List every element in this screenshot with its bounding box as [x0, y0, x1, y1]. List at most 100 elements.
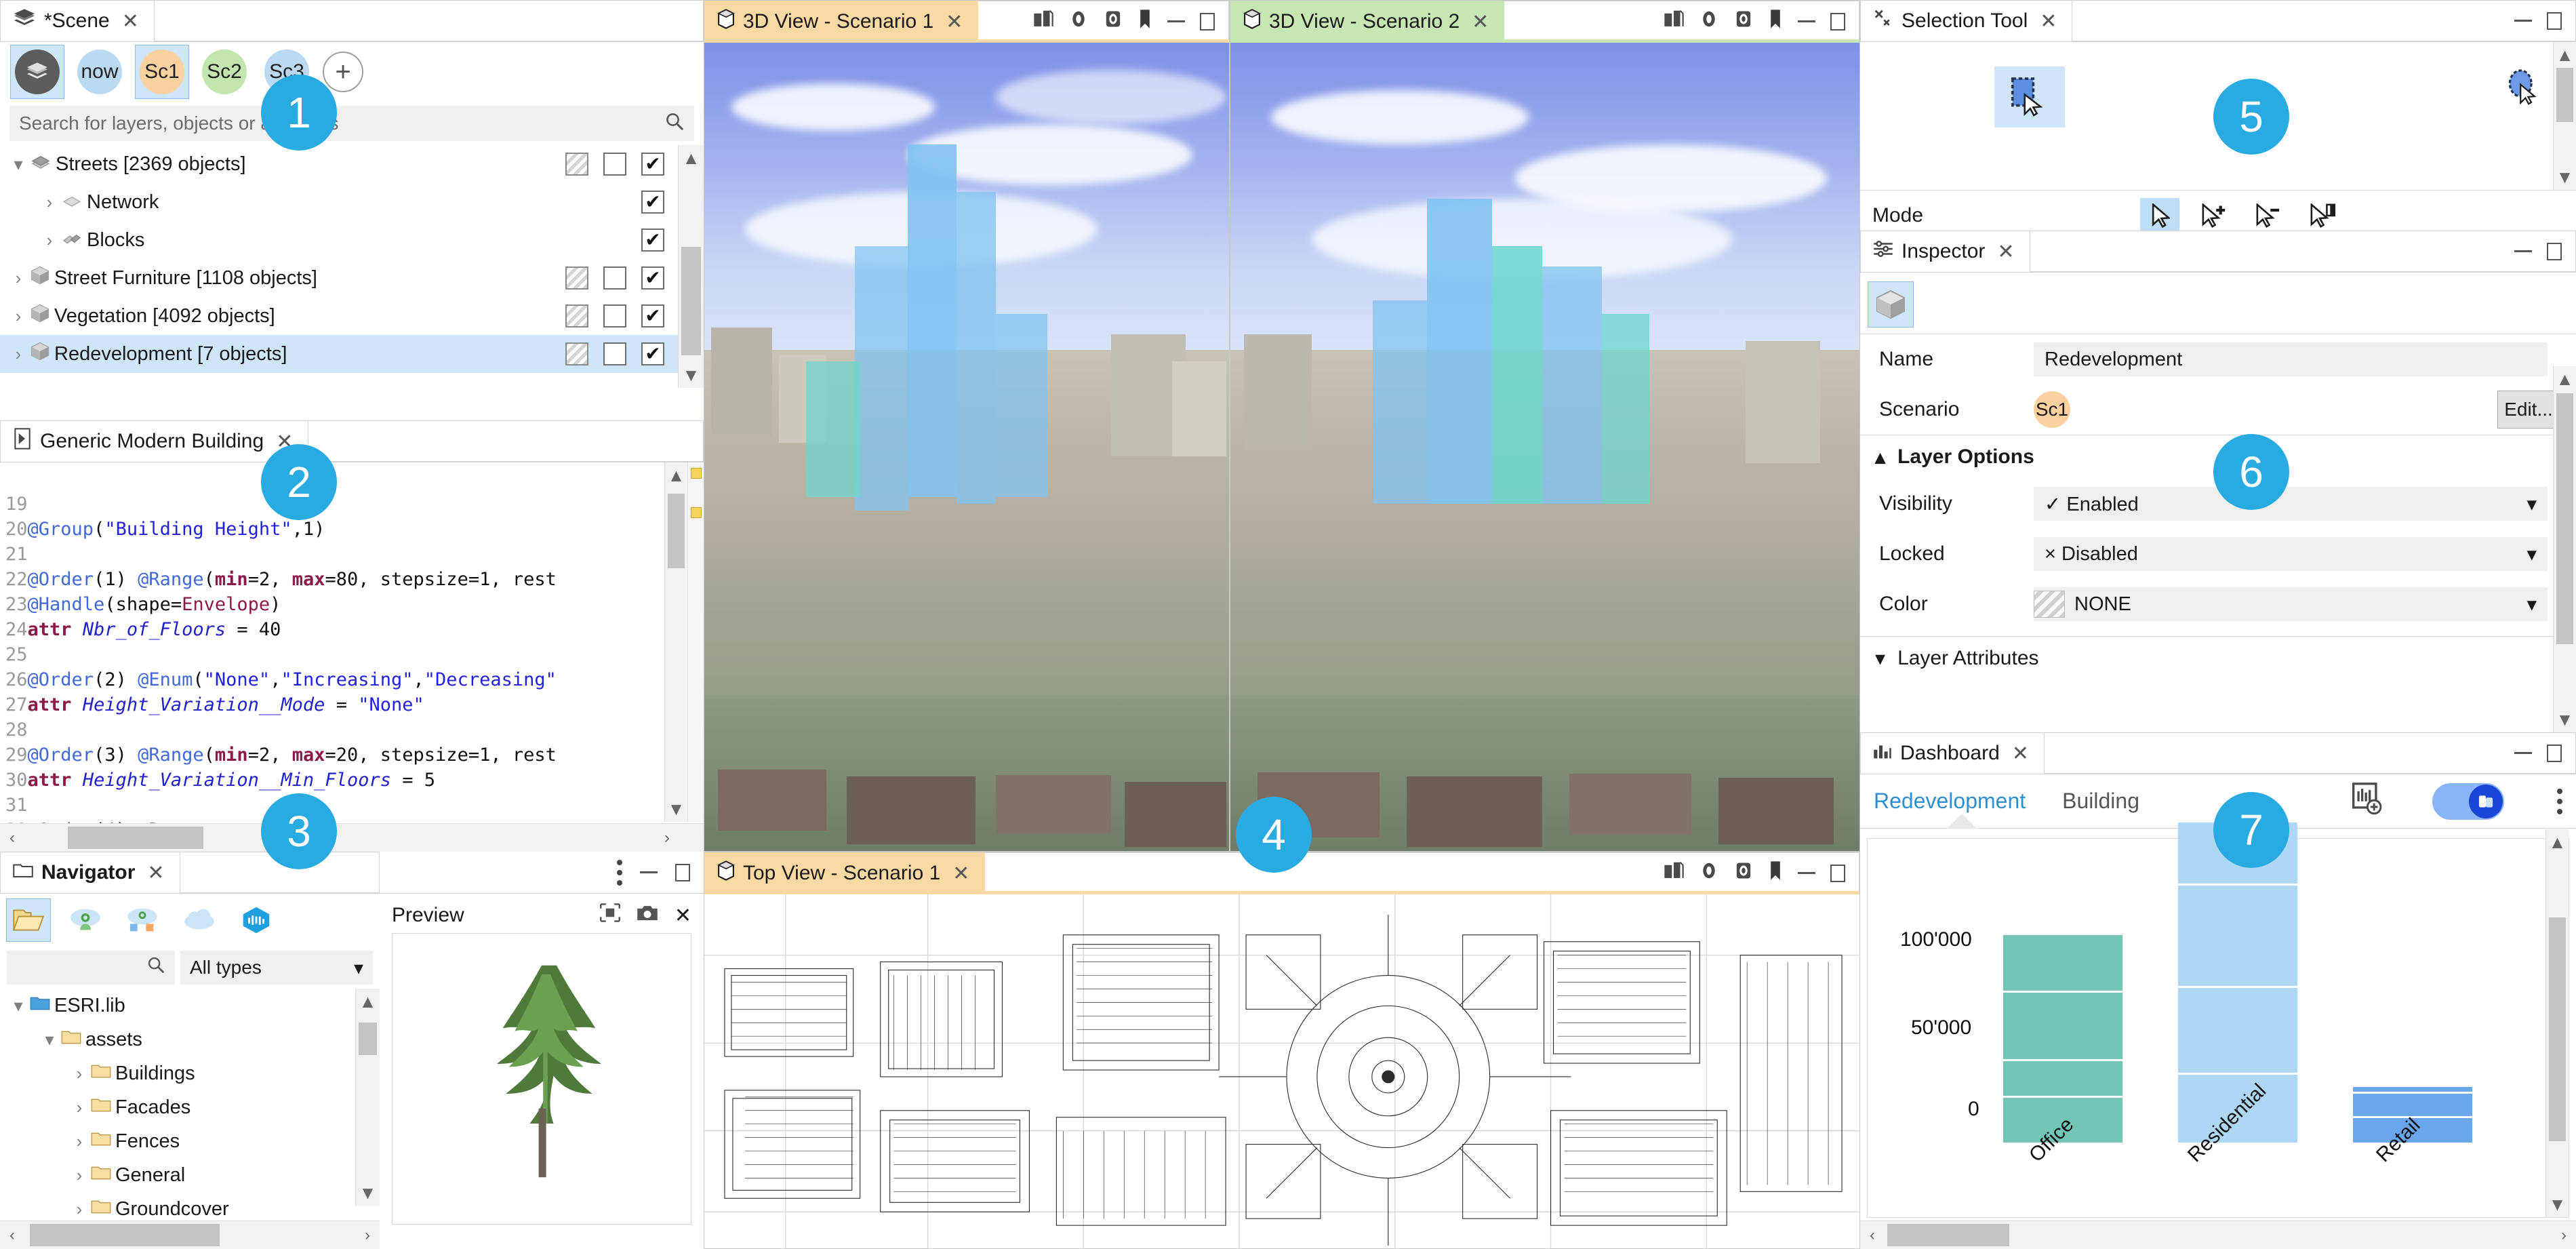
scroll-right-icon[interactable]: ›	[655, 829, 679, 848]
select-arrow-icon[interactable]	[2140, 197, 2180, 231]
highlighted-building[interactable]	[996, 314, 1047, 497]
scroll-down-icon[interactable]: ▼	[2546, 1191, 2569, 1217]
chevron-right-icon[interactable]: ›	[7, 344, 30, 365]
maximize-icon[interactable]	[2547, 242, 2562, 260]
scrollbar-thumb[interactable]	[668, 494, 685, 568]
layer-row-street-furniture[interactable]: › Street Furniture [1108 objects]	[0, 259, 704, 297]
bookmark-icon[interactable]	[1768, 9, 1783, 35]
chevron-down-icon[interactable]: ▾	[354, 957, 363, 979]
scroll-up-icon[interactable]: ▲	[2554, 42, 2576, 68]
tab-3d-view-scenario-2[interactable]: 3D View - Scenario 2 ✕	[1230, 1, 1505, 42]
highlighted-building[interactable]	[1492, 246, 1542, 504]
add-scenario-button[interactable]: +	[323, 52, 363, 92]
layer-lock-checkbox[interactable]	[603, 153, 626, 176]
code-hscrollbar[interactable]: ‹ ›	[0, 823, 704, 852]
nav-row-buildings[interactable]: › Buildings	[0, 1056, 380, 1090]
maximize-icon[interactable]	[2547, 744, 2562, 762]
chevron-up-icon[interactable]: ▴	[1875, 445, 1885, 469]
code-content[interactable]: 19 20@Group("Building Height",1) 21 22@O…	[0, 462, 704, 829]
chevron-down-icon[interactable]: ▾	[1875, 647, 1885, 671]
highlighted-building[interactable]	[957, 192, 996, 504]
minimize-icon[interactable]	[1798, 872, 1815, 874]
close-icon[interactable]: ✕	[946, 10, 963, 34]
scrollbar-thumb[interactable]	[68, 827, 203, 849]
chevron-right-icon[interactable]: ›	[68, 1165, 91, 1186]
layer-row-vegetation[interactable]: › Vegetation [4092 objects]	[0, 297, 704, 335]
type-filter-select[interactable]: All types ▾	[180, 951, 373, 985]
rectangle-select-icon[interactable]	[1994, 66, 2065, 127]
chevron-right-icon[interactable]: ›	[38, 230, 61, 251]
maximize-icon[interactable]	[1830, 12, 1845, 31]
highlighted-building[interactable]	[855, 246, 909, 511]
close-icon[interactable]: ✕	[2012, 742, 2029, 766]
close-icon[interactable]: ✕	[147, 861, 164, 885]
add-chart-icon[interactable]	[2351, 782, 2383, 820]
chevron-right-icon[interactable]: ›	[68, 1097, 91, 1118]
scroll-left-icon[interactable]: ‹	[1860, 1226, 1885, 1245]
code-vscrollbar[interactable]: ▲ ▼	[664, 462, 687, 822]
kebab-menu-icon[interactable]	[617, 859, 622, 886]
minimize-icon[interactable]	[2514, 250, 2532, 252]
scenario-badge[interactable]: Sc1	[2034, 391, 2070, 428]
inspector-object-icon[interactable]	[1868, 281, 1914, 328]
fit-icon[interactable]	[599, 903, 620, 928]
name-field[interactable]: Redevelopment	[2034, 342, 2548, 376]
highlighted-building[interactable]	[1542, 266, 1602, 504]
layer-row-redevelopment[interactable]: › Redevelopment [7 objects]	[0, 335, 704, 373]
scenario-edit-button[interactable]: Edit...	[2497, 391, 2560, 429]
scrollbar-thumb[interactable]	[2549, 917, 2566, 1141]
tab-generic-modern-building[interactable]: Generic Modern Building ✕	[0, 420, 309, 462]
scroll-down-icon[interactable]: ▼	[356, 1180, 380, 1206]
camera-icon[interactable]	[1734, 10, 1753, 33]
scroll-down-icon[interactable]: ▼	[665, 796, 687, 822]
layer-visible-checkbox[interactable]	[641, 342, 664, 365]
select-subtract-icon[interactable]	[2249, 198, 2288, 231]
bar-residential[interactable]	[2178, 822, 2297, 1143]
highlighted-building[interactable]	[806, 361, 860, 497]
dashboard-scrollbar[interactable]: ▲ ▼	[2545, 829, 2569, 1217]
layer-attributes-section-header[interactable]: ▾ Layer Attributes	[1860, 637, 2576, 680]
tab-selection-tool[interactable]: Selection Tool ✕	[1860, 0, 2073, 41]
tab-3d-view-scenario-1[interactable]: 3D View - Scenario 1 ✕	[704, 1, 979, 42]
scrollbar-thumb[interactable]	[1887, 1224, 2009, 1246]
local-folder-icon[interactable]	[6, 898, 51, 942]
scroll-down-icon[interactable]: ▼	[2554, 707, 2576, 732]
dashboard-hscrollbar[interactable]: ‹ ›	[1860, 1221, 2576, 1249]
chevron-down-icon[interactable]: ▾	[38, 1029, 61, 1050]
scroll-down-icon[interactable]: ▼	[679, 362, 704, 388]
scroll-up-icon[interactable]: ▲	[665, 462, 687, 488]
nav-row-assets[interactable]: ▾ assets	[0, 1023, 380, 1056]
maximize-icon[interactable]	[1200, 12, 1215, 31]
compare-toggle[interactable]	[2432, 782, 2504, 820]
minimize-icon[interactable]	[1167, 20, 1185, 22]
layer-row-streets[interactable]: ▾ Streets [2369 objects]	[0, 145, 704, 183]
chevron-down-icon[interactable]: ▾	[2527, 492, 2537, 516]
cloud-icon[interactable]	[178, 899, 221, 941]
scenario-now-button[interactable]: now	[73, 45, 126, 98]
close-icon[interactable]: ✕	[952, 862, 969, 886]
scroll-left-icon[interactable]: ‹	[0, 1226, 24, 1245]
maximize-icon[interactable]	[1830, 864, 1845, 882]
scroll-right-icon[interactable]: ›	[2552, 1226, 2576, 1245]
navigator-scrollbar[interactable]: ▲ ▼	[355, 989, 380, 1206]
dashboard-chart[interactable]: 100'000 50'000 0 Office Residential Reta…	[1867, 822, 2569, 1218]
tab-inspector[interactable]: Inspector ✕	[1860, 231, 2030, 272]
kebab-menu-icon[interactable]	[2557, 788, 2562, 814]
scenario-sc2-button[interactable]: Sc2	[198, 45, 251, 98]
my-content-cloud-icon[interactable]	[64, 899, 107, 941]
highlighted-building[interactable]	[1427, 199, 1492, 504]
layer-color-swatch[interactable]	[565, 266, 588, 290]
nav-row-fences[interactable]: › Fences	[0, 1124, 380, 1158]
scroll-right-icon[interactable]: ›	[355, 1226, 380, 1245]
bookmark-icon[interactable]	[1768, 860, 1783, 886]
highlighted-building[interactable]	[1602, 314, 1649, 504]
layers-icon[interactable]	[1664, 9, 1684, 34]
navigator-search-input[interactable]	[7, 951, 175, 985]
close-icon[interactable]: ✕	[1472, 10, 1489, 34]
chevron-right-icon[interactable]: ›	[68, 1063, 91, 1084]
layer-tree-scrollbar[interactable]: ▲ ▼	[678, 145, 704, 388]
layer-color-swatch[interactable]	[565, 304, 588, 328]
bar-office[interactable]	[2003, 935, 2122, 1143]
layer-lock-checkbox[interactable]	[603, 266, 626, 290]
chevron-right-icon[interactable]: ›	[68, 1131, 91, 1152]
